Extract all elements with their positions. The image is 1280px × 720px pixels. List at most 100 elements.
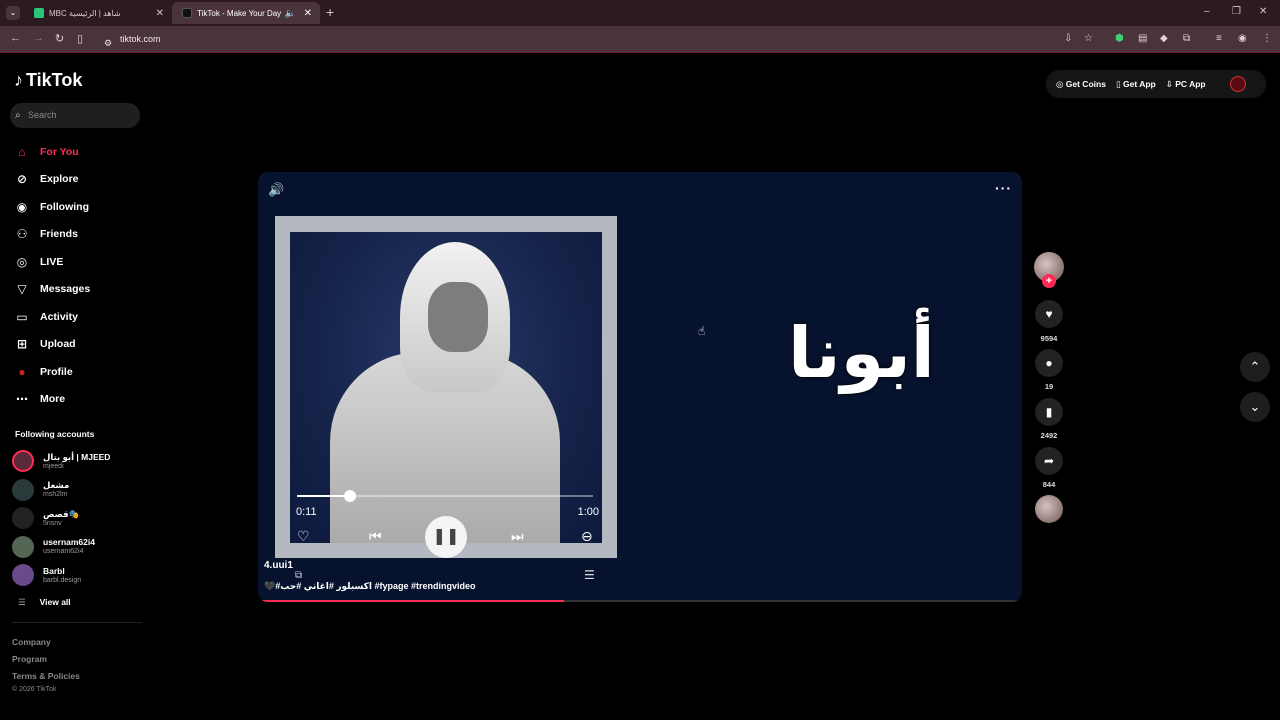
- get-app-button[interactable]: ▯ Get App: [1116, 79, 1156, 90]
- footer-link-company[interactable]: Company: [12, 637, 51, 647]
- speaker-icon[interactable]: 🔈: [285, 8, 296, 19]
- playlist-icon[interactable]: ☰: [584, 568, 595, 582]
- account-item[interactable]: مشعل msh2lm: [12, 476, 147, 505]
- forward-icon[interactable]: →: [33, 32, 44, 44]
- more-options-icon[interactable]: ···: [995, 180, 1012, 196]
- account-item[interactable]: أبو بتال | MJEED mjeedi: [12, 447, 147, 476]
- split-view-icon[interactable]: ▯: [77, 32, 83, 45]
- music-disc-avatar[interactable]: [1035, 495, 1063, 523]
- sidebar-item-label: Following: [40, 200, 89, 213]
- tiktok-logo[interactable]: ♪ TikTok: [14, 70, 82, 91]
- sidebar-item-label: Activity: [40, 310, 78, 323]
- get-coins-button[interactable]: ◎ Get Coins: [1056, 79, 1106, 90]
- avatar: [12, 535, 34, 558]
- following-accounts-heading: Following accounts: [15, 429, 95, 439]
- share-count: 844: [1042, 480, 1056, 489]
- account-name: أبو بتال | MJEED: [43, 451, 111, 462]
- bookmark-star-icon[interactable]: ☆: [1084, 33, 1093, 44]
- sidebar-item-live[interactable]: ◎ LIVE: [14, 248, 144, 276]
- pause-button[interactable]: ❚❚: [425, 516, 467, 558]
- video-music-card: 0:11 1:00 ♡ ⏮ ❚❚ ⏭ ⊖: [275, 216, 617, 558]
- previous-icon[interactable]: ⏮: [369, 528, 382, 545]
- extension-dot-icon[interactable]: ◆: [1160, 33, 1168, 44]
- sidebar-item-label: LIVE: [40, 255, 64, 268]
- sidebar-item-for-you[interactable]: ⌂ For You: [14, 138, 144, 166]
- account-item[interactable]: Barbl barbl.design: [12, 561, 147, 590]
- account-handle: 5nsnv: [43, 519, 62, 527]
- profile-icon[interactable]: ◉: [1238, 33, 1247, 44]
- heart-icon[interactable]: ♡: [297, 528, 310, 545]
- sidebar-item-friends[interactable]: ⚇ Friends: [14, 221, 144, 249]
- following-accounts-list: أبو بتال | MJEED mjeedi مشعل msh2lm قصص🎭 5n…: [12, 447, 147, 590]
- avatar: [12, 564, 34, 587]
- back-icon[interactable]: ←: [10, 32, 21, 44]
- like-count: 9594: [1040, 334, 1058, 343]
- get-coins-label: Get Coins: [1065, 78, 1106, 89]
- minimize-button[interactable]: –: [1204, 6, 1210, 17]
- shield-extension-icon[interactable]: ⬢: [1115, 33, 1124, 44]
- account-item[interactable]: usernam62i4 usernam62i4: [12, 533, 147, 562]
- follow-plus-icon[interactable]: +: [1042, 274, 1056, 288]
- volume-icon[interactable]: 🔊: [268, 182, 284, 198]
- video-player[interactable]: 🔊 ··· 0:11 1:00 ♡ ⏮ ❚❚ ⏭ ⊖ أبونا ☝ 4.uui…: [258, 172, 1022, 602]
- account-item[interactable]: قصص🎭 5nsnv: [12, 504, 147, 533]
- messages-icon: ▽: [17, 282, 27, 297]
- video-progress-fill: [258, 600, 564, 602]
- extensions-puzzle-icon[interactable]: ⧉: [1183, 33, 1190, 44]
- user-avatar[interactable]: [1229, 76, 1246, 92]
- sidebar-item-label: Profile: [40, 365, 73, 378]
- close-window-button[interactable]: ✕: [1259, 6, 1267, 17]
- picture-in-picture-icon[interactable]: ⧉: [295, 570, 302, 581]
- search-placeholder: Search: [28, 110, 57, 120]
- sidebar-item-activity[interactable]: ▭ Activity: [14, 303, 144, 331]
- sidebar-item-upload[interactable]: ⊞ Upload: [14, 331, 144, 359]
- like-button[interactable]: ♥: [1035, 300, 1063, 328]
- video-progress-bar[interactable]: [258, 600, 1022, 602]
- activity-icon: ▭: [16, 309, 28, 324]
- more-icon: ⋯: [16, 392, 28, 407]
- bookmark-button[interactable]: ▮: [1035, 398, 1063, 426]
- sidebar-item-label: Upload: [40, 338, 76, 351]
- sidebar-item-following[interactable]: ◉ Following: [14, 193, 144, 221]
- new-tab-button[interactable]: +: [326, 4, 334, 20]
- comment-button[interactable]: ●: [1035, 349, 1063, 377]
- account-name: مشعل: [43, 480, 70, 491]
- video-photo-face: [428, 282, 488, 352]
- browser-menu-icon[interactable]: ⋮: [1262, 33, 1272, 44]
- footer-link-terms[interactable]: Terms & Policies: [12, 671, 80, 681]
- url-field[interactable]: ⚙ tiktok.com: [96, 30, 1036, 48]
- footer-link-program[interactable]: Program: [12, 654, 47, 664]
- account-handle: barbl.design: [43, 576, 82, 584]
- view-all-link[interactable]: ☰ View all: [18, 597, 71, 608]
- reload-icon[interactable]: ↻: [55, 32, 64, 45]
- video-caption: 🖤#اكسبلور #اغاني #حب #fypage #trendingvi…: [264, 581, 476, 591]
- tab-title: MBC شاهد | الرئيسية: [49, 8, 121, 18]
- sidebar-item-profile[interactable]: ● Profile: [14, 358, 144, 386]
- compass-icon: ⊘: [16, 172, 28, 187]
- next-video-button[interactable]: ⌄: [1240, 392, 1270, 422]
- pc-app-label: PC App: [1175, 78, 1206, 89]
- tab-tiktok[interactable]: TikTok - Make Your Day 🔈 ✕: [172, 2, 320, 24]
- sidebar-item-explore[interactable]: ⊘ Explore: [14, 166, 144, 194]
- close-tab-icon[interactable]: ✕: [156, 8, 164, 19]
- search-input[interactable]: ⌕ Search: [10, 103, 140, 128]
- share-button[interactable]: ➦: [1035, 447, 1063, 475]
- sidebar-item-more[interactable]: ⋯ More: [14, 386, 144, 414]
- next-icon[interactable]: ⏭: [511, 528, 524, 545]
- tab-search-icon[interactable]: ⌄: [6, 6, 20, 20]
- remove-icon[interactable]: ⊖: [581, 528, 593, 545]
- restore-button[interactable]: ❐: [1232, 6, 1241, 17]
- previous-video-button[interactable]: ⌃: [1240, 352, 1270, 382]
- pc-app-button[interactable]: ⇩ PC App: [1166, 79, 1206, 90]
- media-control-icon[interactable]: ≡: [1216, 33, 1222, 44]
- close-tab-icon[interactable]: ✕: [304, 8, 312, 19]
- extension-icon[interactable]: ▤: [1138, 33, 1147, 44]
- bookmark-count: 2492: [1040, 431, 1058, 440]
- video-author[interactable]: 4.uui1: [264, 560, 293, 571]
- music-scrubber[interactable]: [297, 490, 593, 502]
- install-app-icon[interactable]: ⇩: [1064, 33, 1072, 44]
- tab-shahid[interactable]: MBC شاهد | الرئيسية ✕: [24, 2, 172, 24]
- sidebar-item-messages[interactable]: ▽ Messages: [14, 276, 144, 304]
- site-info-icon[interactable]: ⚙: [104, 34, 112, 52]
- shahid-favicon-icon: [34, 8, 44, 18]
